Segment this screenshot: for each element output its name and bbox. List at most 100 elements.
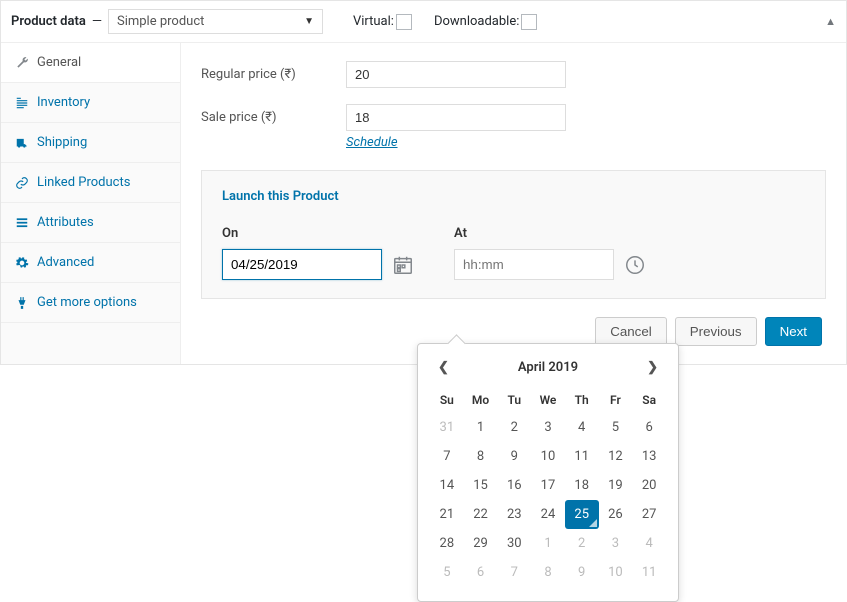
- next-month-button[interactable]: ❯: [641, 358, 664, 377]
- tab-label: Attributes: [37, 215, 94, 230]
- day-cell[interactable]: 20: [632, 471, 666, 500]
- panel-title: Product data: [11, 14, 86, 29]
- sale-price-label: Sale price (₹): [201, 110, 346, 125]
- regular-price-label: Regular price (₹): [201, 67, 346, 82]
- product-data-panel: Product data — Simple product ▼ Virtual:…: [0, 0, 847, 365]
- day-cell[interactable]: 4: [632, 529, 666, 558]
- day-cell[interactable]: 8: [531, 558, 565, 587]
- dow-label: We: [531, 387, 565, 413]
- day-cell[interactable]: 11: [632, 558, 666, 587]
- day-cell[interactable]: 24: [531, 500, 565, 529]
- dow-label: Th: [565, 387, 599, 413]
- panel-header: Product data — Simple product ▼ Virtual:…: [1, 1, 846, 43]
- day-cell[interactable]: 23: [497, 500, 531, 529]
- day-cell[interactable]: 6: [632, 413, 666, 442]
- day-cell[interactable]: 17: [531, 471, 565, 500]
- next-button[interactable]: Next: [765, 317, 822, 346]
- day-cell[interactable]: 31: [430, 413, 464, 442]
- dow-label: Sa: [632, 387, 666, 413]
- inventory-icon: [15, 96, 29, 110]
- day-cell[interactable]: 1: [531, 529, 565, 558]
- tab-label: Shipping: [37, 135, 87, 150]
- tab-get-more-options[interactable]: Get more options: [1, 283, 180, 323]
- cancel-button[interactable]: Cancel: [595, 317, 667, 346]
- day-cell[interactable]: 10: [599, 558, 633, 587]
- tab-general[interactable]: General: [1, 43, 180, 83]
- day-cell[interactable]: 21: [430, 500, 464, 529]
- schedule-link[interactable]: Schedule: [346, 135, 398, 150]
- day-cell[interactable]: 16: [497, 471, 531, 500]
- dow-label: Tu: [497, 387, 531, 413]
- day-cell[interactable]: 18: [565, 471, 599, 500]
- day-cell[interactable]: 2: [565, 529, 599, 558]
- day-cell[interactable]: 27: [632, 500, 666, 529]
- chevron-down-icon: ▼: [304, 16, 314, 27]
- tab-attributes[interactable]: Attributes: [1, 203, 180, 243]
- day-cell[interactable]: 11: [565, 442, 599, 471]
- clock-icon[interactable]: [624, 254, 646, 276]
- downloadable-checkbox[interactable]: [521, 14, 537, 30]
- day-cell[interactable]: 7: [497, 558, 531, 587]
- day-cell[interactable]: 5: [430, 558, 464, 587]
- plugin-icon: [15, 296, 29, 310]
- day-cell[interactable]: 4: [565, 413, 599, 442]
- datepicker-popup: ❮ April 2019 ❯ SuMoTuWeThFrSa31123456789…: [417, 343, 679, 602]
- tab-shipping[interactable]: Shipping: [1, 123, 180, 163]
- tab-label: General: [37, 55, 81, 70]
- day-cell[interactable]: 30: [497, 529, 531, 558]
- gear-icon: [15, 256, 29, 270]
- product-type-select[interactable]: Simple product ▼: [108, 9, 323, 34]
- dow-label: Fr: [599, 387, 633, 413]
- virtual-flag[interactable]: Virtual:: [353, 14, 412, 30]
- day-cell[interactable]: 9: [565, 558, 599, 587]
- launch-heading: Launch this Product: [222, 189, 805, 204]
- virtual-checkbox[interactable]: [396, 14, 412, 30]
- day-cell[interactable]: 2: [497, 413, 531, 442]
- downloadable-flag[interactable]: Downloadable:: [434, 14, 537, 30]
- product-type-value: Simple product: [117, 14, 204, 29]
- day-cell[interactable]: 22: [464, 500, 498, 529]
- dow-label: Mo: [464, 387, 498, 413]
- tab-advanced[interactable]: Advanced: [1, 243, 180, 283]
- wrench-icon: [15, 56, 29, 70]
- tab-label: Inventory: [37, 95, 90, 110]
- day-cell[interactable]: 10: [531, 442, 565, 471]
- previous-button[interactable]: Previous: [675, 317, 757, 346]
- day-cell[interactable]: 12: [599, 442, 633, 471]
- tab-label: Get more options: [37, 295, 137, 310]
- day-cell[interactable]: 5: [599, 413, 633, 442]
- day-cell[interactable]: 25: [565, 500, 599, 529]
- day-cell[interactable]: 19: [599, 471, 633, 500]
- day-cell[interactable]: 15: [464, 471, 498, 500]
- day-cell[interactable]: 3: [531, 413, 565, 442]
- collapse-icon[interactable]: ▲: [825, 15, 836, 28]
- month-title: April 2019: [518, 360, 578, 375]
- launch-box: Launch this Product On At: [201, 170, 826, 299]
- day-cell[interactable]: 3: [599, 529, 633, 558]
- day-cell[interactable]: 13: [632, 442, 666, 471]
- link-icon: [15, 176, 29, 190]
- sidebar: General Inventory Shipping Linked Products A…: [1, 43, 181, 364]
- day-cell[interactable]: 9: [497, 442, 531, 471]
- sale-price-input[interactable]: [346, 104, 566, 131]
- tab-linked-products[interactable]: Linked Products: [1, 163, 180, 203]
- day-cell[interactable]: 6: [464, 558, 498, 587]
- day-cell[interactable]: 29: [464, 529, 498, 558]
- main-content: Regular price (₹) Sale price (₹) Schedul…: [181, 43, 846, 364]
- day-cell[interactable]: 26: [599, 500, 633, 529]
- at-label: At: [454, 226, 646, 241]
- dow-label: Su: [430, 387, 464, 413]
- launch-time-input[interactable]: [454, 249, 614, 280]
- calendar-icon[interactable]: [392, 254, 414, 276]
- day-cell[interactable]: 1: [464, 413, 498, 442]
- day-cell[interactable]: 7: [430, 442, 464, 471]
- launch-date-input[interactable]: [222, 249, 382, 280]
- tab-label: Advanced: [37, 255, 94, 270]
- tab-inventory[interactable]: Inventory: [1, 83, 180, 123]
- regular-price-input[interactable]: [346, 61, 566, 88]
- day-cell[interactable]: 14: [430, 471, 464, 500]
- prev-month-button[interactable]: ❮: [432, 358, 455, 377]
- truck-icon: [15, 136, 29, 150]
- day-cell[interactable]: 8: [464, 442, 498, 471]
- day-cell[interactable]: 28: [430, 529, 464, 558]
